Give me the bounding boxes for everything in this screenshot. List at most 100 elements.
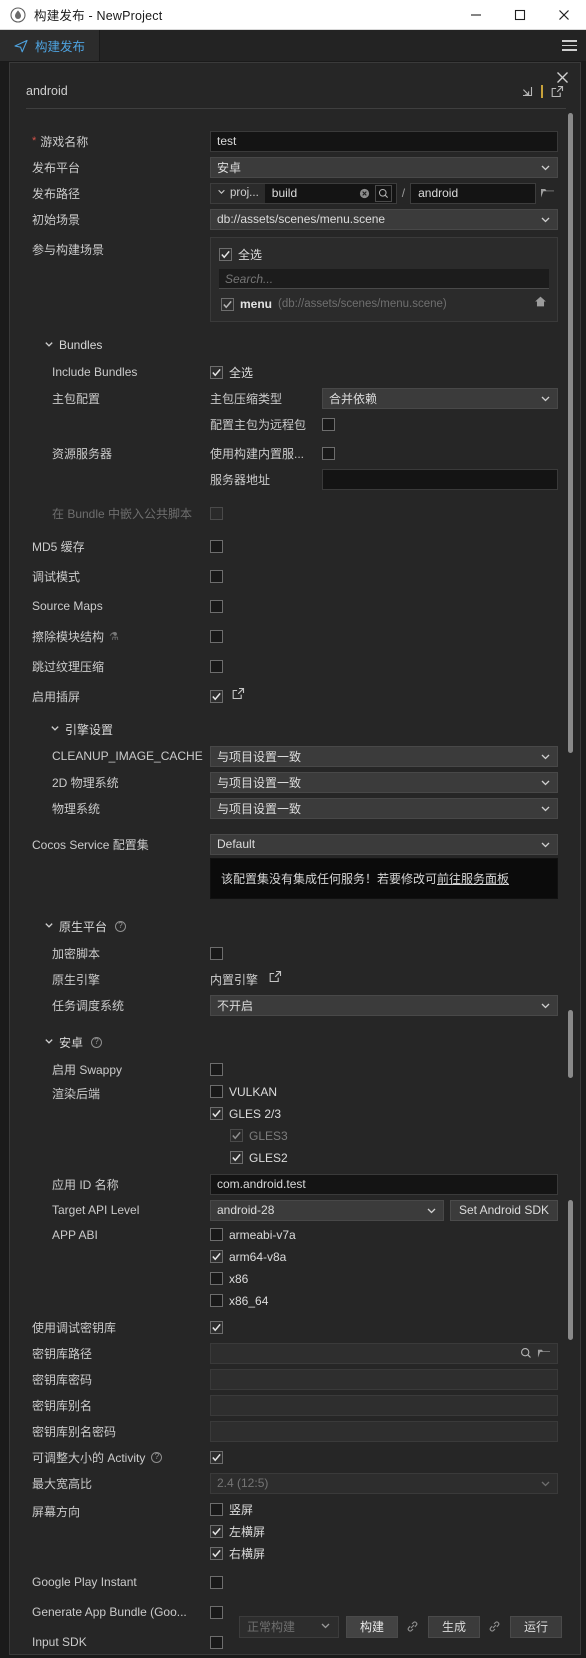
row-google-play-instant: Google Play Instant (26, 1570, 558, 1594)
set-android-sdk-button[interactable]: Set Android SDK (449, 1199, 558, 1221)
scene-search-input[interactable] (219, 269, 549, 289)
edit-external-icon[interactable] (232, 687, 245, 705)
help-icon[interactable]: ? (115, 920, 127, 932)
checkbox-debug-mode[interactable] (210, 569, 223, 583)
row-cleanup-image-cache: CLEANUP_IMAGE_CACHE 与项目设置一致 (26, 744, 558, 768)
edit-external-icon[interactable] (269, 970, 282, 988)
checkbox-select-all-scenes[interactable] (219, 248, 232, 261)
checkbox-armeabi-v7a[interactable] (210, 1228, 223, 1241)
group-android-label: 安卓 (59, 1035, 84, 1050)
checkbox-scene-menu[interactable] (221, 297, 234, 311)
scene-list-item[interactable]: menu (db://assets/scenes/menu.scene) (219, 293, 549, 315)
folder-icon[interactable] (533, 1347, 555, 1360)
checkbox-arm64-v8a[interactable] (210, 1250, 223, 1263)
hamburger-icon[interactable] (552, 30, 586, 61)
clear-icon[interactable] (357, 186, 372, 201)
link-icon[interactable] (487, 1620, 503, 1633)
group-native-platform[interactable]: 原生平台 ? (26, 918, 127, 935)
panel-scroll-region: * 游戏名称 发布平台 安卓 (10, 120, 580, 1649)
search-icon[interactable] (374, 184, 392, 202)
form-scrollbar-thumb-1[interactable] (568, 550, 573, 608)
checkbox-md5-cache[interactable] (210, 539, 223, 553)
app-abi-option-x86-64[interactable]: x86_64 (210, 1292, 558, 1309)
screen-orientation-option-portrait[interactable]: 竖屏 (210, 1501, 558, 1518)
checkbox-source-maps[interactable] (210, 599, 223, 613)
screen-orientation-option-landscape-right[interactable]: 右横屏 (210, 1545, 558, 1562)
checkbox-include-bundles-all[interactable] (210, 365, 223, 379)
build-path-sub-input[interactable]: android (410, 182, 536, 204)
row-erase-module-struct: 擦除模块结构 ⚗ (26, 624, 558, 648)
tab-build-publish[interactable]: 构建发布 (0, 30, 101, 61)
render-backend-option-gles23[interactable]: GLES 2/3 (210, 1105, 558, 1122)
panel-close-button[interactable] (552, 67, 572, 87)
keystore-alias-input[interactable] (210, 1394, 558, 1416)
cleanup-image-cache-select[interactable]: 与项目设置一致 (210, 745, 558, 767)
checkbox-google-play-instant[interactable] (210, 1575, 223, 1589)
checkbox-gles23[interactable] (210, 1107, 223, 1120)
window-maximize-button[interactable] (498, 0, 542, 30)
build-path-root-dropdown[interactable]: proj... (210, 182, 265, 204)
physics-select[interactable]: 与项目设置一致 (210, 797, 558, 819)
screen-orientation-option-landscape-left[interactable]: 左横屏 (210, 1523, 558, 1540)
app-abi-option-x86[interactable]: x86 (210, 1270, 558, 1287)
game-name-input[interactable] (210, 130, 558, 152)
checkbox-vulkan[interactable] (210, 1085, 223, 1098)
checkbox-x86-64[interactable] (210, 1294, 223, 1307)
import-icon[interactable] (518, 82, 536, 100)
group-bundles[interactable]: Bundles (26, 338, 102, 352)
physics-2d-select[interactable]: 与项目设置一致 (210, 771, 558, 793)
run-button[interactable]: 运行 (509, 1615, 562, 1638)
keystore-password-input[interactable] (210, 1368, 558, 1390)
checkbox-landscape-left[interactable] (210, 1525, 223, 1538)
keystore-alias-password-input[interactable] (210, 1420, 558, 1442)
job-system-select[interactable]: 不开启 (210, 994, 558, 1016)
compress-type-select[interactable]: 合并依赖 (322, 387, 558, 409)
start-scene-select[interactable]: db://assets/scenes/menu.scene (210, 208, 558, 230)
checkbox-use-builtin-server[interactable] (322, 446, 335, 460)
render-backend-option-gles2[interactable]: GLES2 (210, 1149, 558, 1166)
target-api-select[interactable]: android-28 (210, 1199, 444, 1221)
help-icon[interactable]: ? (151, 1451, 163, 1463)
window-minimize-button[interactable] (454, 0, 498, 30)
checkbox-landscape-right[interactable] (210, 1547, 223, 1560)
form-scrollbar-thumb-2[interactable] (568, 620, 573, 680)
link-icon[interactable] (405, 1620, 421, 1633)
group-android[interactable]: 安卓 ? (26, 1034, 103, 1051)
control-google-play-instant (210, 1575, 558, 1589)
checkbox-erase-module-struct[interactable] (210, 629, 223, 643)
checkbox-enable-swappy[interactable] (210, 1062, 223, 1076)
checkbox-remote-bundle[interactable] (322, 417, 335, 431)
server-address-input[interactable] (322, 468, 558, 490)
scene-select-all-row[interactable]: 全选 (219, 246, 549, 263)
checkbox-gles2[interactable] (230, 1151, 243, 1164)
window-close-button[interactable] (542, 0, 586, 30)
build-button[interactable]: 构建 (345, 1615, 398, 1638)
help-icon[interactable]: ? (91, 1036, 103, 1048)
row-max-aspect-ratio: 最大宽高比 2.4 (12:5) (26, 1471, 558, 1495)
app-abi-option-armeabi-v7a[interactable]: armeabi-v7a (210, 1226, 558, 1243)
build-mode-select[interactable]: 正常构建 (238, 1615, 339, 1638)
checkbox-enable-splash[interactable] (210, 689, 223, 703)
group-engine-settings[interactable]: 引擎设置 (26, 721, 113, 738)
platform-select[interactable]: 安卓 (210, 156, 558, 178)
checkbox-encrypt-script[interactable] (210, 946, 223, 960)
checkbox-use-debug-keystore[interactable] (210, 1320, 223, 1334)
service-tooltip-link[interactable]: 前往服务面板 (437, 872, 509, 886)
form-scrollbar-thumb-3[interactable] (568, 1010, 573, 1078)
checkbox-portrait[interactable] (210, 1503, 223, 1516)
app-id-input[interactable] (210, 1173, 558, 1195)
include-bundles-select-all-row[interactable]: 全选 (210, 364, 253, 381)
home-icon[interactable] (534, 295, 547, 313)
app-abi-option-arm64-v8a[interactable]: arm64-v8a (210, 1248, 558, 1265)
build-path-dir-input[interactable]: build (264, 182, 397, 204)
generate-button[interactable]: 生成 (427, 1615, 480, 1638)
cocos-service-select[interactable]: Default (210, 833, 558, 855)
search-icon[interactable] (518, 1346, 533, 1361)
folder-icon[interactable] (536, 186, 558, 200)
keystore-path-input[interactable] (210, 1342, 558, 1364)
render-backend-option-vulkan[interactable]: VULKAN (210, 1083, 558, 1100)
checkbox-skip-texture-compress[interactable] (210, 659, 223, 673)
checkbox-x86[interactable] (210, 1272, 223, 1285)
form-scrollbar-thumb-4[interactable] (568, 1200, 573, 1340)
checkbox-resizable-activity[interactable] (210, 1450, 223, 1464)
